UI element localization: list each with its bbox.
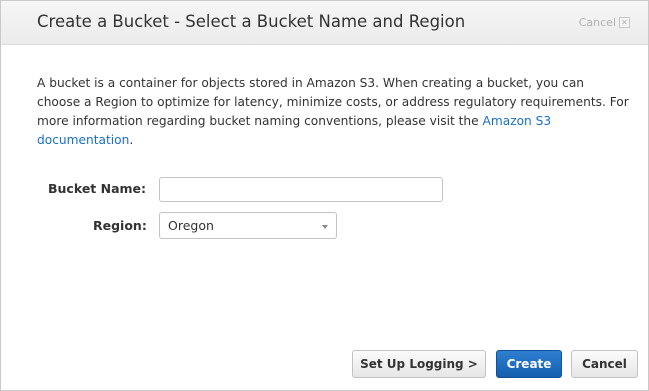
region-label: Region: (93, 218, 147, 233)
set-up-logging-button[interactable]: Set Up Logging > (352, 350, 486, 378)
create-bucket-dialog: Create a Bucket - Select a Bucket Name a… (0, 0, 649, 391)
dialog-title: Create a Bucket - Select a Bucket Name a… (37, 12, 466, 31)
close-icon[interactable]: ✕ (619, 17, 630, 28)
chevron-down-icon (322, 225, 328, 229)
cancel-button[interactable]: Cancel (571, 350, 638, 378)
description-suffix: . (129, 133, 134, 147)
header-cancel-label: Cancel (578, 16, 616, 29)
region-select[interactable]: Oregon (159, 212, 337, 239)
dialog-header: Create a Bucket - Select a Bucket Name a… (1, 1, 648, 45)
bucket-name-label: Bucket Name: (48, 181, 147, 196)
dialog-description: A bucket is a container for objects stor… (37, 74, 629, 150)
header-cancel-link[interactable]: Cancel ✕ (579, 16, 630, 29)
region-selected-value: Oregon (168, 218, 214, 233)
bucket-name-input[interactable] (159, 177, 443, 202)
create-button[interactable]: Create (496, 350, 562, 378)
